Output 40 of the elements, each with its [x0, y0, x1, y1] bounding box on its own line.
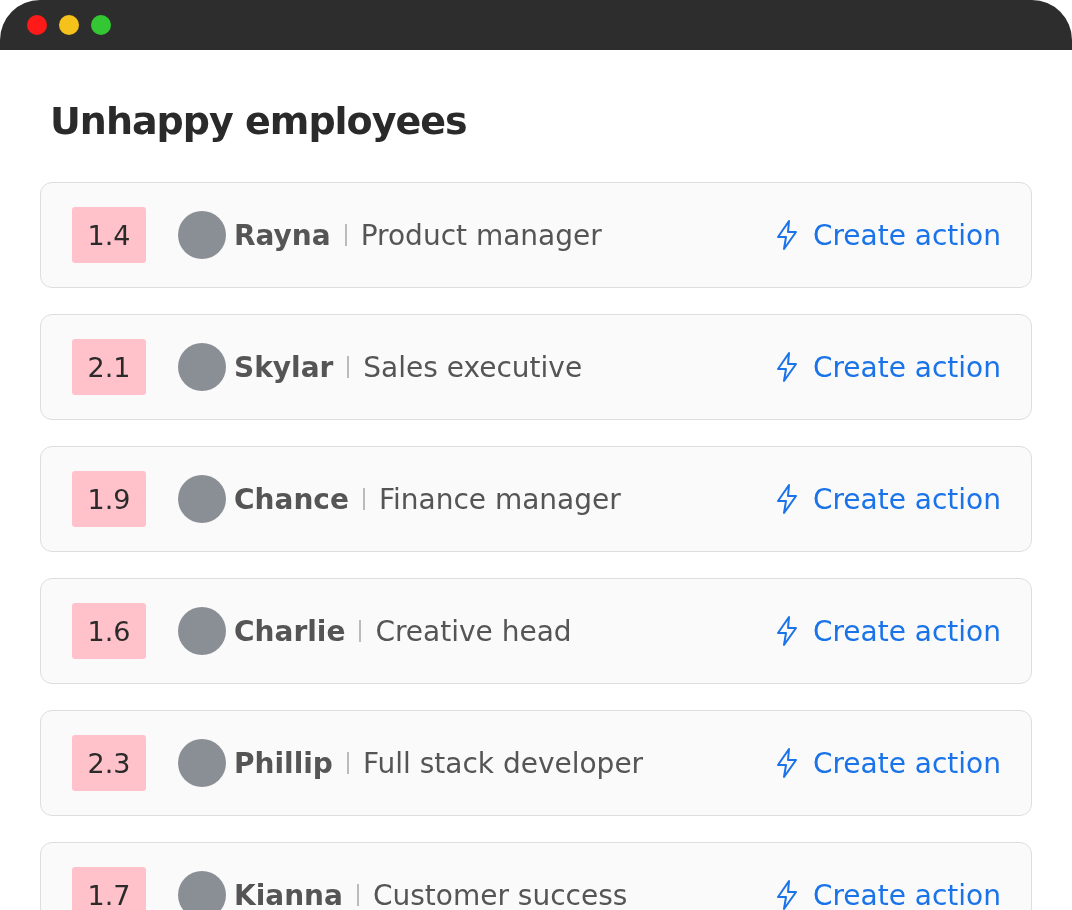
avatar-placeholder	[178, 607, 226, 655]
employee-name: Phillip	[234, 746, 333, 780]
employee-name: Rayna	[234, 218, 331, 252]
lightning-bolt-icon	[774, 351, 799, 383]
page-heading: Unhappy employees	[50, 98, 468, 144]
score-badge: 2.3	[72, 735, 146, 791]
employee-role: Finance manager	[378, 482, 621, 516]
avatar-placeholder	[178, 211, 226, 259]
lightning-bolt-icon	[774, 219, 799, 251]
employee-name: Skylar	[234, 350, 334, 384]
create-action-link[interactable]: Create action	[774, 614, 1001, 648]
lightning-bolt-icon	[774, 483, 799, 515]
score-badge: 1.9	[72, 471, 146, 527]
employee-role: Customer success	[372, 878, 628, 910]
employee-role: Full stack developer	[362, 746, 644, 780]
avatar-placeholder	[178, 343, 226, 391]
score-badge: 1.7	[72, 867, 146, 910]
avatar-placeholder	[178, 871, 226, 910]
score-badge: 1.4	[72, 207, 146, 263]
avatar-placeholder	[178, 739, 226, 787]
score-badge: 2.1	[72, 339, 146, 395]
create-action-link[interactable]: Create action	[774, 350, 1001, 384]
employee-role: Product manager	[360, 218, 602, 252]
create-action-link[interactable]: Create action	[774, 482, 1001, 516]
create-action-link[interactable]: Create action	[774, 746, 1001, 780]
minimize-button[interactable]	[59, 15, 79, 35]
employee-name: Chance	[234, 482, 349, 516]
score-badge: 1.6	[72, 603, 146, 659]
avatar-placeholder	[178, 475, 226, 523]
create-action-link[interactable]: Create action	[774, 878, 1001, 910]
close-button[interactable]	[27, 15, 47, 35]
maximize-button[interactable]	[91, 15, 111, 35]
create-action-link[interactable]: Create action	[774, 218, 1001, 252]
employee-name: Charlie	[234, 614, 346, 648]
employee-name: Kianna	[234, 878, 343, 910]
lightning-bolt-icon	[774, 747, 799, 779]
employee-role: Sales executive	[363, 350, 583, 384]
employee-role: Creative head	[375, 614, 572, 648]
lightning-bolt-icon	[774, 615, 799, 647]
lightning-bolt-icon	[774, 879, 799, 910]
